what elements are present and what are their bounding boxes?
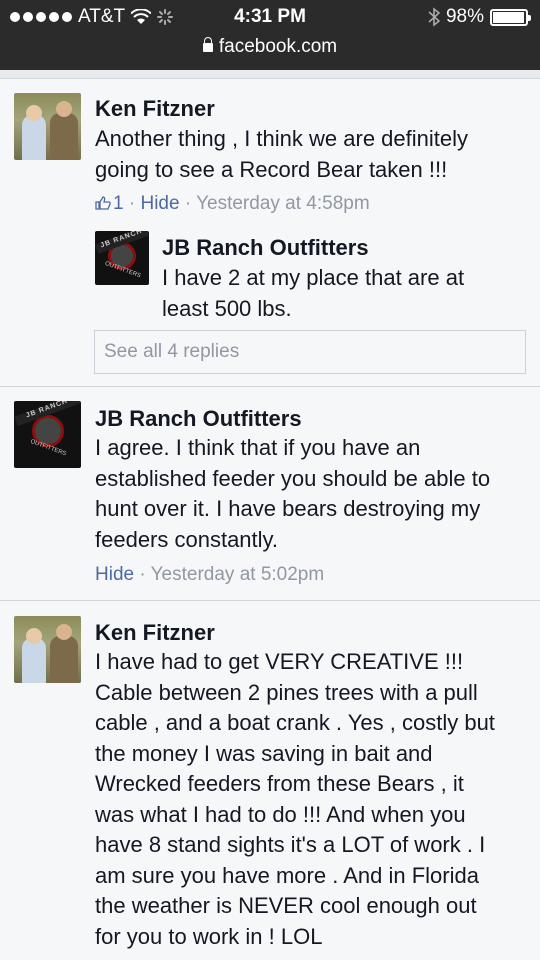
- hide-link[interactable]: Hide: [140, 193, 179, 214]
- avatar[interactable]: [14, 616, 81, 683]
- battery-percent: 98%: [445, 6, 484, 27]
- comment-text: Another thing , I think we are definitel…: [95, 126, 468, 182]
- comment-author[interactable]: JB Ranch Outfitters: [95, 406, 302, 432]
- like-count[interactable]: 1: [113, 193, 124, 214]
- comment-author[interactable]: Ken Fitzner: [95, 96, 215, 122]
- comment-item: Ken Fitzner I have had to get VERY CREAT…: [0, 600, 540, 960]
- url-text: facebook.com: [218, 36, 338, 57]
- comment-text: I agree. I think that if you have an est…: [95, 435, 491, 552]
- address-bar[interactable]: facebook.com: [0, 36, 540, 58]
- battery-icon: [490, 8, 531, 26]
- reply-text: I have 2 at my place that are at least 5…: [162, 265, 465, 321]
- hide-link[interactable]: Hide: [95, 564, 134, 585]
- see-all-replies-button[interactable]: See all 4 replies: [94, 330, 526, 374]
- status-bar: AT&T 4:31 PM 98% facebook.com: [0, 0, 540, 70]
- thumbs-up-icon[interactable]: [95, 196, 111, 210]
- lock-icon: [202, 37, 213, 52]
- comment-meta: 1 · Hide · Yesterday at 4:58pm: [95, 193, 370, 215]
- timestamp[interactable]: Yesterday at 4:58pm: [196, 193, 370, 214]
- battery-indicator: 98%: [428, 6, 531, 28]
- reply-author[interactable]: JB Ranch Outfitters: [162, 235, 369, 261]
- comment-author[interactable]: Ken Fitzner: [95, 620, 215, 646]
- comment-item: Ken Fitzner Another thing , I think we a…: [0, 78, 540, 386]
- comment-text: I have had to get VERY CREATIVE !!! Cabl…: [95, 649, 495, 949]
- timestamp[interactable]: Yesterday at 5:02pm: [151, 564, 325, 585]
- comment-item: JB RANCH OUTFITTERS JB Ranch Outfitters …: [0, 386, 540, 600]
- bluetooth-icon: [428, 7, 440, 27]
- reply-avatar[interactable]: JB RANCH OUTFITTERS: [95, 231, 149, 285]
- avatar[interactable]: JB RANCH OUTFITTERS: [14, 401, 81, 468]
- avatar[interactable]: [14, 93, 81, 160]
- comment-meta: Hide · Yesterday at 5:02pm: [95, 564, 325, 585]
